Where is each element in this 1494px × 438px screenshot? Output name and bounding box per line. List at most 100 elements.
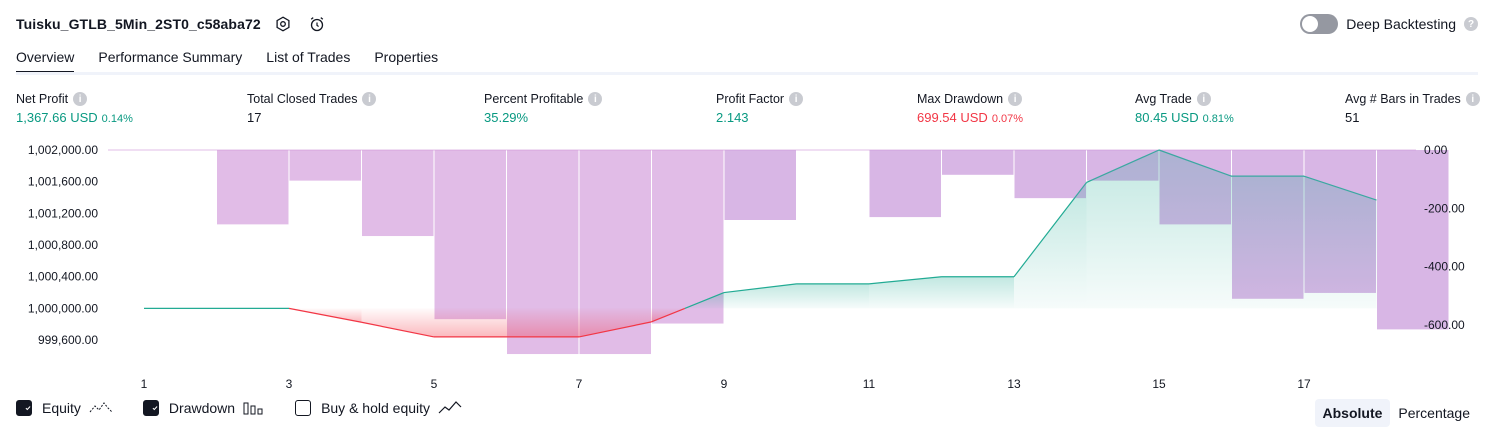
y-left-tick-label: 1,001,600.00 [28,175,98,189]
y-left-tick-label: 1,000,800.00 [28,238,98,252]
absolute-button[interactable]: Absolute [1314,399,1391,427]
y-left-tick-label: 1,001,200.00 [28,206,98,220]
equity-down-area [434,308,507,337]
metric-label: Total Closed Trades [247,92,358,106]
metric-value: 35.29% [484,110,529,125]
equity-up-area [941,276,1014,309]
y-right-tick-label: 0.00 [1424,143,1448,157]
x-tick-label: 13 [1007,377,1021,390]
x-tick-label: 9 [721,377,728,390]
drawdown-bar [289,150,361,181]
metric-label: Max Drawdown [917,92,1004,106]
y-right-tick-label: -200.00 [1424,201,1465,215]
x-tick-label: 11 [863,377,876,390]
metric-value: 2.143 [716,110,749,125]
y-left-tick-label: 1,002,000.00 [28,143,98,157]
percentage-button[interactable]: Percentage [1390,399,1478,427]
drawdown-bar-overlay [1304,150,1376,293]
drawdown-bar [217,150,289,225]
drawdown-bar [362,150,434,237]
info-icon[interactable]: i [362,92,377,106]
value-mode-switch: Absolute Percentage [1314,399,1479,427]
metric-profit-factor: Profit Factor i 2.143 [716,92,804,125]
legend-buy-hold[interactable]: Buy & hold equity [295,400,462,416]
equity-line-icon [89,402,113,413]
equity-up-area [1014,182,1087,309]
drawdown-checkbox[interactable] [142,400,159,416]
y-right-tick-label: -600.00 [1424,318,1465,332]
metric-label: Percent Profitable [484,92,584,106]
help-icon[interactable]: ? [1464,17,1478,31]
deep-backtesting-label: Deep Backtesting [1346,16,1456,32]
metric-avg-bars-in-trades: Avg # Bars in Trades i 51 [1345,92,1480,125]
metric-percent-profitable: Percent Profitable i 35.29% [484,92,603,125]
strategy-title: Tuisku_GTLB_5Min_2ST0_c58aba72 [16,16,261,32]
drawdown-bar-overlay [1159,150,1231,225]
metric-total-closed-trades: Total Closed Trades i 17 [247,92,377,125]
x-tick-label: 7 [576,377,583,390]
metric-label: Net Profit [16,92,69,106]
x-tick-label: 3 [286,377,293,390]
equity-up-area [869,276,942,309]
equity-down-area [506,308,579,337]
equity-down-area [361,308,434,337]
drawdown-bar-overlay [942,150,1014,175]
metric-label: Profit Factor [716,92,785,106]
info-icon[interactable]: i [588,92,603,106]
metric-percent: 0.14% [101,113,133,125]
equity-up-area [796,283,869,309]
metric-value: 80.45 USD [1135,110,1199,125]
tab-overview[interactable]: Overview [16,44,75,74]
equity-label: Equity [42,400,81,416]
equity-checkbox[interactable] [16,400,32,416]
x-tick-label: 1 [141,377,148,390]
add-alert-icon[interactable] [305,12,329,36]
drawdown-bar [434,150,506,320]
metric-label: Avg Trade [1135,92,1192,106]
info-icon[interactable]: i [1008,92,1023,106]
drawdown-bars-icon [243,402,263,415]
buy-hold-checkbox[interactable] [295,400,312,416]
y-right-tick-label: -400.00 [1424,260,1465,274]
x-tick-label: 5 [431,377,438,390]
metric-percent: 0.07% [991,113,1024,125]
info-icon[interactable]: i [789,92,804,106]
info-icon[interactable]: i [1196,92,1211,106]
deep-backtesting-toggle[interactable] [1300,14,1339,34]
legend-drawdown[interactable]: Drawdown [142,400,265,416]
equity-drawdown-chart[interactable]: 1,002,000.00 1,001,600.00 1,001,200.00 1,00… [0,138,1494,390]
info-icon[interactable]: i [73,92,88,106]
x-tick-label: 15 [1152,377,1166,390]
tabs-divider [16,72,1478,75]
tab-performance-summary[interactable]: Performance Summary [98,44,242,74]
legend-equity[interactable]: Equity [16,400,113,416]
metric-value: 1,367.66 USD [16,110,98,125]
metric-value: 699.54 USD [917,110,988,125]
metric-avg-trade: Avg Trade i 80.45 USD 0.81% [1135,92,1234,125]
y-left-tick-label: 1,000,000.00 [28,301,98,315]
x-tick-label: 17 [1297,377,1311,390]
metric-value: 17 [247,110,262,125]
drawdown-bar-overlay [1232,150,1304,299]
metric-net-profit: Net Profit i 1,367.66 USD 0.14% [16,92,133,125]
tab-list-of-trades[interactable]: List of Trades [266,44,350,74]
equity-up-area [724,283,797,309]
y-left-tick-label: 1,000,400.00 [28,270,98,284]
info-icon[interactable]: i [1465,92,1480,106]
settings-icon[interactable] [271,12,295,36]
drawdown-bar-overlay [1377,150,1449,330]
header-bar: Tuisku_GTLB_5Min_2ST0_c58aba72 Deep Back… [16,10,1478,38]
metric-percent: 0.81% [1202,113,1234,125]
drawdown-label: Drawdown [168,400,236,416]
drawdown-bar-overlay [869,150,941,218]
drawdown-bar-overlay [1087,150,1159,181]
tab-properties[interactable]: Properties [374,44,438,74]
deep-backtesting: Deep Backtesting ? [1300,14,1478,34]
drawdown-bar-overlay [1014,150,1086,199]
drawdown-bar-overlay [724,150,796,220]
buy-hold-line-icon [438,401,462,414]
tabs: Overview Performance Summary List of Tra… [16,44,438,74]
metrics-row: Net Profit i 1,367.66 USD 0.14% Total Clos… [0,92,1494,132]
y-left-tick-label: 999,600.00 [38,333,98,347]
metric-label: Avg # Bars in Trades [1345,92,1461,106]
